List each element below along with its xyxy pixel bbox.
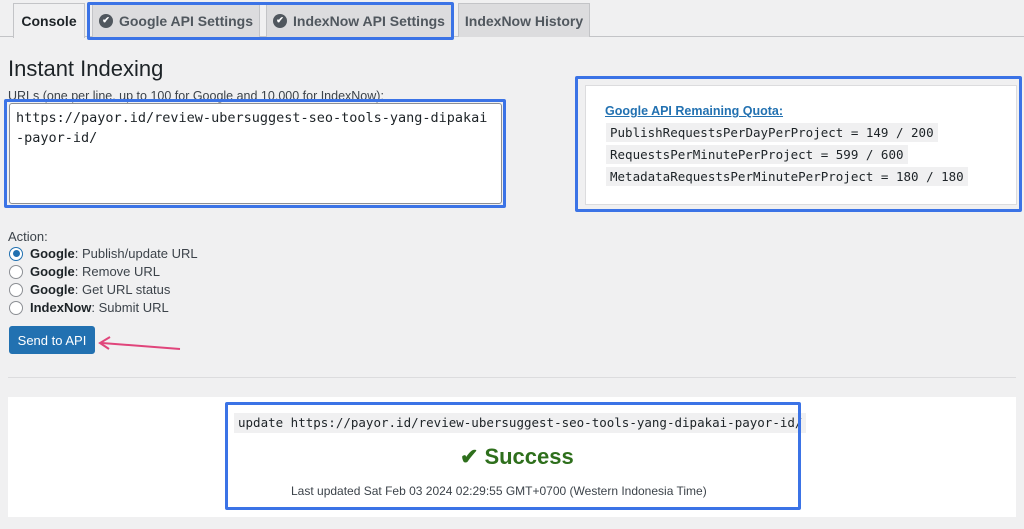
radio-button[interactable] <box>9 300 23 315</box>
check-circle-icon: ✔ <box>273 13 288 28</box>
radio-label: IndexNow: Submit URL <box>30 300 169 315</box>
tab-indexnow-api-settings[interactable]: ✔ IndexNow API Settings <box>266 3 452 37</box>
radio-button[interactable] <box>9 264 23 279</box>
result-status: ✔ Success <box>460 444 574 470</box>
tab-bar: Console ✔ Google API Settings ✔ IndexNow… <box>0 0 1024 38</box>
tab-indexnow-api-settings-label: IndexNow API Settings <box>293 12 445 29</box>
radio-button[interactable] <box>9 246 23 261</box>
check-circle-icon: ✔ <box>98 13 113 28</box>
page-title: Instant Indexing <box>8 56 164 81</box>
result-command: update https://payor.id/review-ubersugge… <box>234 413 807 433</box>
result-last-updated: Last updated Sat Feb 03 2024 02:29:55 GM… <box>291 484 707 498</box>
tab-indexnow-history-label: IndexNow History <box>464 12 584 29</box>
radio-label: Google: Publish/update URL <box>30 246 198 261</box>
send-to-api-button[interactable]: Send to API <box>9 326 95 354</box>
tab-google-api-settings[interactable]: ✔ Google API Settings <box>92 3 260 37</box>
action-label: Action: <box>8 229 48 244</box>
section-divider <box>8 377 1016 378</box>
quota-line: MetadataRequestsPerMinutePerProject = 18… <box>606 167 968 186</box>
quota-line: RequestsPerMinutePerProject = 599 / 600 <box>606 145 908 164</box>
quota-title: Google API Remaining Quota: <box>605 104 784 118</box>
urls-label: URLs (one per line, up to 100 for Google… <box>8 89 384 103</box>
checkmark-icon: ✔ <box>460 444 479 469</box>
arrow-left-icon <box>98 336 181 350</box>
radio-button[interactable] <box>9 282 23 297</box>
radio-label: Google: Get URL status <box>30 282 171 297</box>
radio-google-remove[interactable]: Google: Remove URL <box>9 264 160 279</box>
urls-textarea[interactable]: https://payor.id/review-ubersuggest-seo-… <box>9 103 502 204</box>
radio-google-status[interactable]: Google: Get URL status <box>9 282 170 297</box>
tab-google-api-settings-label: Google API Settings <box>118 12 254 29</box>
tab-console[interactable]: Console <box>13 3 85 38</box>
radio-indexnow-submit[interactable]: IndexNow: Submit URL <box>9 300 169 315</box>
result-status-text: Success <box>484 444 574 469</box>
radio-label: Google: Remove URL <box>30 264 161 279</box>
radio-google-publish[interactable]: Google: Publish/update URL <box>9 246 198 261</box>
quota-line: PublishRequestsPerDayPerProject = 149 / … <box>606 123 938 142</box>
tab-console-label: Console <box>21 13 77 29</box>
tab-indexnow-history[interactable]: IndexNow History <box>458 3 590 37</box>
